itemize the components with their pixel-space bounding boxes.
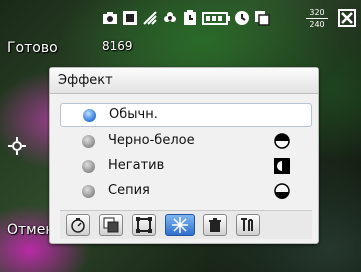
layers-icon [103, 217, 119, 233]
close-icon[interactable] [338, 9, 356, 27]
flower-icon[interactable] [162, 10, 178, 26]
option-normal[interactable]: Обычн. [60, 103, 312, 127]
battery-icon[interactable] [202, 10, 230, 26]
effect-button[interactable] [165, 214, 195, 236]
timer-icon [71, 218, 85, 233]
status-bar: 320 240 [0, 0, 361, 38]
antenna-icon[interactable] [142, 10, 158, 26]
radio-normal[interactable] [83, 109, 96, 122]
done-softkey[interactable]: Готово [7, 40, 58, 56]
tools-button[interactable] [236, 214, 260, 236]
radio-black-white[interactable] [82, 135, 95, 148]
sepia-icon [274, 183, 290, 199]
negative-icon [274, 158, 290, 174]
focus-icon[interactable] [7, 136, 27, 156]
option-negative[interactable]: Негатив [60, 155, 312, 179]
delete-button[interactable] [203, 214, 227, 236]
sparkle-icon [172, 217, 188, 233]
timer-button[interactable] [66, 214, 90, 236]
tools-icon [241, 218, 253, 231]
resolution-badge[interactable]: 320 240 [304, 8, 330, 30]
dialog-title: Эффект [50, 68, 318, 94]
resolution-bottom: 240 [309, 20, 325, 29]
radio-sepia[interactable] [82, 185, 95, 198]
frame-button[interactable] [132, 214, 156, 236]
shots-remaining: 8169 [102, 39, 133, 53]
resolution-divider [306, 18, 328, 19]
effect-dialog: Эффект Обычн. Черно-белое Негатив Сепия [49, 67, 319, 244]
layers-button[interactable] [99, 214, 123, 236]
option-label: Черно-белое [108, 133, 195, 148]
clock-icon[interactable] [234, 10, 250, 26]
copy-icon[interactable] [254, 10, 270, 26]
timer-icon[interactable] [182, 10, 198, 26]
resolution-top: 320 [309, 8, 325, 17]
option-black-white[interactable]: Черно-белое [60, 130, 312, 154]
option-label: Негатив [108, 158, 165, 173]
camera-icon[interactable] [102, 10, 118, 26]
frame-icon[interactable] [122, 10, 138, 26]
option-sepia[interactable]: Сепия [60, 180, 312, 204]
bw-icon [274, 133, 290, 149]
option-label: Сепия [108, 183, 150, 198]
option-label: Обычн. [109, 107, 158, 122]
radio-negative[interactable] [82, 160, 95, 173]
effect-toolbar [60, 210, 312, 239]
frame-icon [136, 217, 152, 233]
trash-icon [209, 218, 221, 232]
